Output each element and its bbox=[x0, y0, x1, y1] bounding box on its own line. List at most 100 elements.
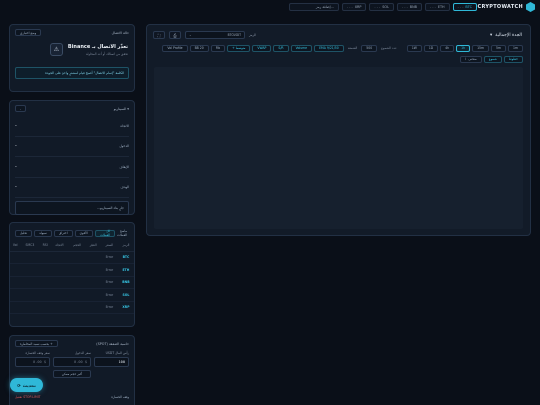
tf-1h[interactable]: 1h bbox=[456, 44, 471, 52]
ticker-strip: إضافة رمز... - - - XRP - - - SOL - - - BNB … bbox=[288, 3, 477, 11]
chart-canvas[interactable] bbox=[154, 67, 523, 229]
scanner-label: ماسح العملات bbox=[117, 229, 127, 237]
tf-1w[interactable]: 1W bbox=[406, 44, 422, 52]
overlay-fib[interactable]: Fib bbox=[210, 44, 226, 52]
symbol-label: الرمز bbox=[249, 33, 257, 37]
col-volume[interactable]: الحجم bbox=[68, 239, 86, 252]
connection-body: تعذّر الاتصال بـ Binance تحقق من اتصالك … bbox=[10, 40, 134, 59]
overlay-bb[interactable]: BB 20 bbox=[189, 44, 209, 52]
overlay-vol-profile[interactable]: Vol Profile bbox=[162, 44, 188, 52]
tab-breakout[interactable]: اختراق bbox=[53, 229, 73, 237]
scenario-header-label: ▾ السيناريو bbox=[114, 107, 129, 111]
stop-input[interactable]: $ 0.00 bbox=[15, 357, 50, 367]
table-row[interactable]: SOL Error bbox=[10, 288, 134, 302]
col-change[interactable]: التغيّر bbox=[85, 239, 101, 252]
table-row[interactable]: XRP Error bbox=[10, 301, 134, 314]
tab-analysis[interactable]: تحليل bbox=[15, 229, 33, 237]
capital-input[interactable]: 100 bbox=[94, 357, 129, 367]
table-row[interactable]: BTC Error bbox=[10, 251, 134, 264]
scenario-row: الاتجاه - bbox=[15, 116, 129, 137]
fullscreen-button[interactable]: ⛶ bbox=[153, 31, 165, 39]
connection-text: تعذّر الاتصال بـ Binance تحقق من اتصالك … bbox=[68, 44, 128, 56]
top-bar: CRYPTOWATCH إضافة رمز... - - - XRP - - -S… bbox=[0, 0, 540, 14]
col-smc[interactable]: SMC3 bbox=[20, 239, 40, 252]
tf-15m[interactable]: 15m bbox=[472, 44, 490, 52]
table-row[interactable]: ETH Error bbox=[10, 263, 134, 277]
expand-icon: ⛶ bbox=[157, 32, 161, 38]
trade-calculator-card: حاسبة الصفقة (SPOT) + بحسب نسبة المخاطرة… bbox=[9, 335, 135, 405]
print-button[interactable]: ⎙ bbox=[169, 31, 181, 39]
scanner-card: ماسح العملات كل العملات الأقوى اختراق سي… bbox=[9, 222, 135, 327]
overlay-ema[interactable]: EMA 9/21/50 bbox=[314, 44, 344, 52]
view-curve-button[interactable]: ⌇ منحنى bbox=[459, 55, 482, 63]
scenario-row-value: - bbox=[15, 184, 17, 191]
scenario-list: الاتجاه - الدخول - الإيقاف - الهدف - bbox=[10, 116, 134, 198]
view-lines-button[interactable]: خطوط bbox=[503, 55, 523, 63]
tf-5m[interactable]: 5m bbox=[491, 44, 507, 52]
cell-price: Error bbox=[100, 251, 118, 264]
refresh-button[interactable]: تحديث ⟳ bbox=[10, 378, 43, 392]
max-size-button[interactable]: أكبر حجم ممكن bbox=[53, 370, 91, 378]
col-symbol[interactable]: الرمز bbox=[117, 239, 134, 252]
cell-symbol: BNB bbox=[117, 276, 134, 289]
scenario-row-label: الاتجاه bbox=[120, 123, 129, 128]
cell-symbol: BTC bbox=[117, 251, 134, 264]
tf-4h[interactable]: 4h bbox=[440, 44, 455, 52]
connection-title: تعذّر الاتصال بـ Binance bbox=[67, 43, 128, 50]
candle-type-label: الشمعة bbox=[347, 46, 358, 50]
ticker-eth[interactable]: - - - ETH bbox=[425, 3, 450, 11]
symbol-select[interactable]: ⌄ BTCUSDT bbox=[185, 31, 245, 39]
warning-icon: ⚠ bbox=[49, 43, 63, 56]
chevron-down-icon: ⌄ bbox=[189, 33, 192, 37]
overlay-sr[interactable]: S/R bbox=[273, 44, 289, 52]
scenario-header: ▾ السيناريو - bbox=[10, 101, 134, 116]
col-price[interactable]: السعر bbox=[100, 239, 118, 252]
tab-strongest[interactable]: الأقوى bbox=[74, 229, 93, 237]
connection-header: حالة الاتصال وضع اختباري bbox=[10, 25, 134, 40]
col-trend[interactable]: الاتجاه bbox=[50, 239, 69, 252]
tab-all-coins[interactable]: كل العملات bbox=[94, 229, 116, 237]
scenario-title: السيناريو bbox=[113, 106, 127, 111]
ticker-symbol: BNB bbox=[409, 5, 417, 9]
scenario-row: الهدف - bbox=[15, 178, 129, 198]
scenario-pill[interactable]: - bbox=[15, 105, 27, 112]
symbol-value: BTCUSDT bbox=[227, 33, 241, 37]
ticker-xrp[interactable]: - - - XRP bbox=[341, 3, 367, 11]
view-curve-label: منحنى bbox=[468, 57, 477, 61]
tf-1m[interactable]: 1m bbox=[508, 44, 523, 52]
overlay-vwap[interactable]: VWAP bbox=[252, 44, 272, 52]
custom-overlay-button[interactable]: + متوسط bbox=[227, 44, 251, 52]
refresh-label: تحديث bbox=[22, 382, 36, 388]
cell-price: Error bbox=[100, 276, 118, 289]
ticker-sol[interactable]: - - - SOL bbox=[369, 3, 394, 11]
stop-field-group: سعر وقف الخسارة $ 0.00 bbox=[15, 351, 50, 378]
col-vol[interactable]: Vol bbox=[10, 239, 21, 252]
ticker-symbol: XRP bbox=[354, 5, 362, 9]
refresh-icon: ⟳ bbox=[17, 382, 21, 388]
connection-banner: الكلمة "إتمام الاتصال" أصبحَ قيام لمشترٍ… bbox=[15, 67, 129, 79]
ticker-symbol: BTC bbox=[465, 5, 472, 9]
ticker-btc[interactable]: - - - BTC bbox=[452, 3, 477, 11]
risk-mode-select[interactable]: + بحسب نسبة المخاطرة bbox=[15, 340, 58, 347]
stop-limit-toggle[interactable]: STOP-LIMIT تفعيل bbox=[15, 395, 41, 401]
tab-liquidity[interactable]: سيولة bbox=[34, 229, 52, 237]
add-symbol-search[interactable]: إضافة رمز... bbox=[288, 3, 339, 11]
col-rsi[interactable]: RSI bbox=[39, 239, 51, 252]
scenario-row-label: الإيقاف bbox=[119, 164, 129, 169]
candles-count-select[interactable]: 500 bbox=[361, 44, 378, 52]
scenario-row-label: الدخول bbox=[119, 144, 129, 149]
chevron-down-icon: ▾ bbox=[126, 106, 129, 111]
overlay-volume[interactable]: Volume bbox=[290, 44, 313, 52]
chevron-down-icon[interactable]: ▾ bbox=[490, 33, 492, 38]
mode-pill[interactable]: وضع اختباري bbox=[15, 29, 42, 36]
entry-input[interactable]: $ 0.00 bbox=[53, 357, 91, 367]
table-row[interactable]: BNB Error bbox=[10, 276, 134, 289]
ticker-bnb[interactable]: - - - BNB bbox=[396, 3, 422, 11]
alert-label: وقف الخسارة bbox=[111, 395, 129, 399]
scenario-row-value: - bbox=[15, 122, 17, 129]
stop-label: سعر وقف الخسارة bbox=[25, 351, 50, 355]
tf-1d[interactable]: 1D bbox=[423, 44, 439, 52]
entry-field-group: سعر الدخول $ 0.00 أكبر حجم ممكن bbox=[53, 351, 91, 378]
entry-label: سعر الدخول bbox=[75, 351, 91, 355]
view-candles-button[interactable]: شموع bbox=[483, 55, 502, 63]
